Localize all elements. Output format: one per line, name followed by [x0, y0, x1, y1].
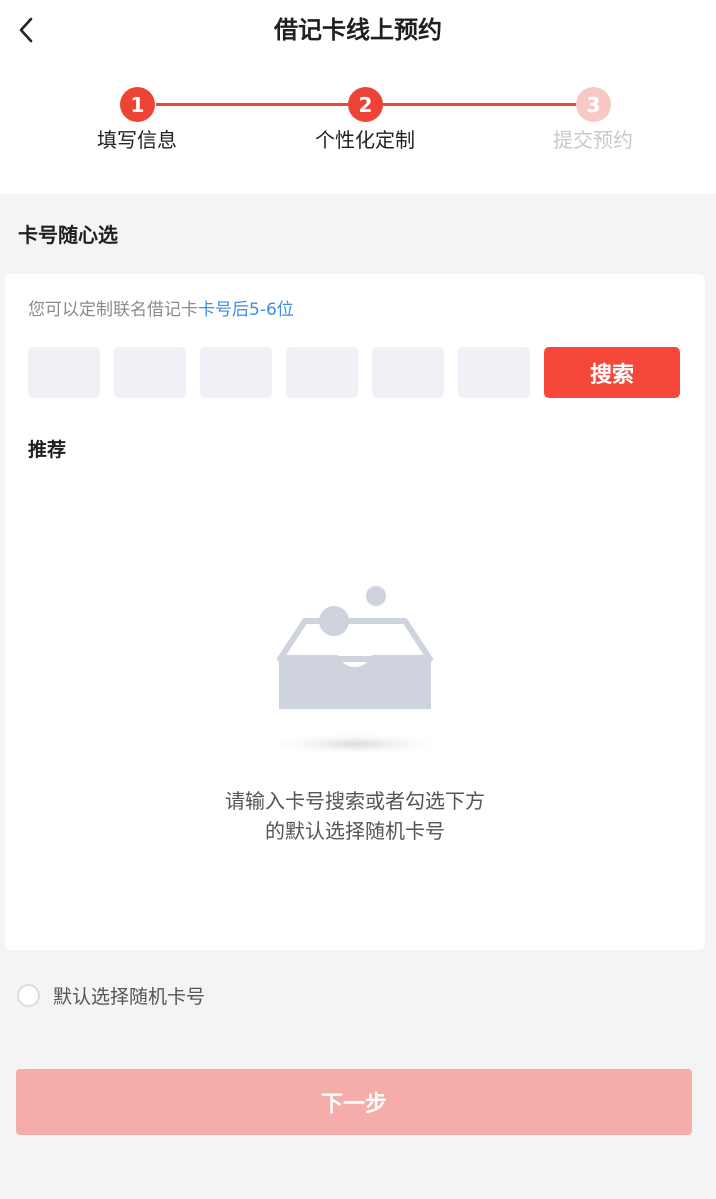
empty-line-1: 请输入卡号搜索或者勾选下方 — [225, 789, 485, 813]
section-title: 卡号随心选 — [18, 223, 118, 247]
radio-button[interactable] — [17, 983, 40, 1007]
digit-input-3[interactable] — [200, 347, 272, 398]
step-2-label: 个性化定制 — [315, 128, 415, 152]
next-step-button[interactable]: 下一步 — [16, 1069, 692, 1135]
step-3-badge: 3 — [576, 87, 611, 122]
digit-input-6[interactable] — [458, 347, 530, 398]
random-number-label: 默认选择随机卡号 — [53, 985, 206, 1008]
recommend-title: 推荐 — [28, 439, 67, 461]
hint-prefix: 您可以定制联名借记卡 — [28, 300, 198, 320]
step-connector — [156, 103, 348, 106]
progress-stepper: 1 2 3 填写信息 个性化定制 提交预约 — [0, 86, 716, 156]
digit-input-4[interactable] — [286, 347, 358, 398]
digit-input-5[interactable] — [372, 347, 444, 398]
empty-line-2: 的默认选择随机卡号 — [265, 819, 445, 843]
page-title: 借记卡线上预约 — [274, 16, 442, 44]
empty-inbox-icon — [260, 586, 450, 754]
random-number-option[interactable]: 默认选择随机卡号 — [17, 980, 205, 1010]
step-2-badge: 2 — [348, 87, 383, 122]
step-1-badge: 1 — [120, 87, 155, 122]
step-3-label: 提交预约 — [553, 128, 633, 152]
digit-input-1[interactable] — [28, 347, 100, 398]
step-connector — [383, 103, 576, 106]
hint-text: 您可以定制联名借记卡卡号后5-6位 — [28, 297, 294, 323]
hint-highlight: 卡号后5-6位 — [198, 300, 294, 320]
top-panel: 借记卡线上预约 1 2 3 填写信息 个性化定制 提交预约 — [0, 0, 716, 194]
search-button[interactable]: 搜索 — [544, 347, 680, 398]
card-number-panel: 您可以定制联名借记卡卡号后5-6位 搜索 推荐 请输入卡号搜索或者勾选下方 的默… — [5, 274, 705, 950]
step-1-label: 填写信息 — [97, 128, 177, 152]
digit-input-2[interactable] — [114, 347, 186, 398]
empty-state-message: 请输入卡号搜索或者勾选下方 的默认选择随机卡号 — [5, 786, 705, 846]
